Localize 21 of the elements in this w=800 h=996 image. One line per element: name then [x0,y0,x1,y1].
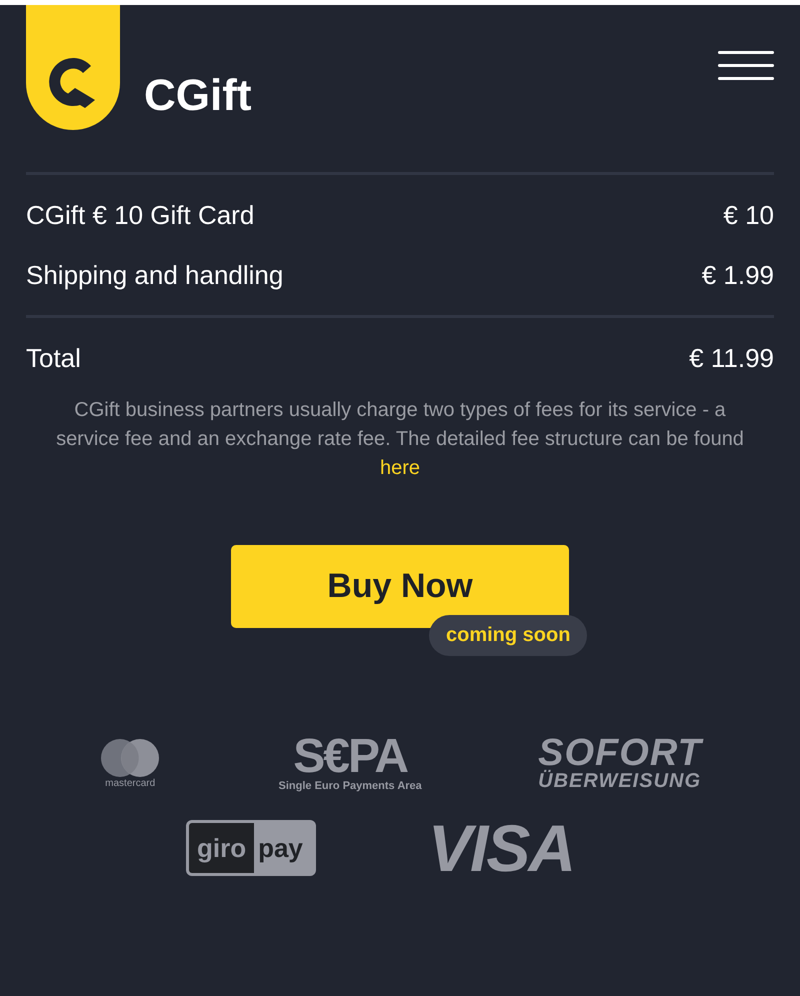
total-label: Total [26,342,81,374]
giropay-logo-text: giro [188,823,254,873]
menu-icon[interactable] [718,51,774,80]
brand-name: CGift [144,74,252,122]
sepa-logo-caption: Single Euro Payments Area [278,779,422,793]
buy-now-button[interactable]: Buy Now [231,545,569,628]
sepa-logo-text: S€PA [293,735,408,779]
logo-icon [26,5,120,130]
giropay-logo-text: pay [257,832,304,864]
coming-soon-badge: coming soon [429,615,588,656]
total-price: € 11.99 [689,342,774,374]
sofort-logo-caption: ÜBERWEISUNG [538,770,702,792]
visa-logo-text: VISA [428,818,574,878]
fee-structure-link[interactable]: here [380,457,420,479]
sofort-logo-text: SOFORT [538,736,702,770]
item-price: € 1.99 [702,259,774,291]
mastercard-logo-text: mastercard [105,778,156,790]
item-label: CGift € 10 Gift Card [26,199,254,231]
item-price: € 10 [723,199,774,231]
fee-note: CGift business partners usually charge two types of fees for its service - a service fee and an exchange rate fee. The detailed fee structure can be found here [55,398,745,481]
item-label: Shipping and handling [26,259,284,291]
